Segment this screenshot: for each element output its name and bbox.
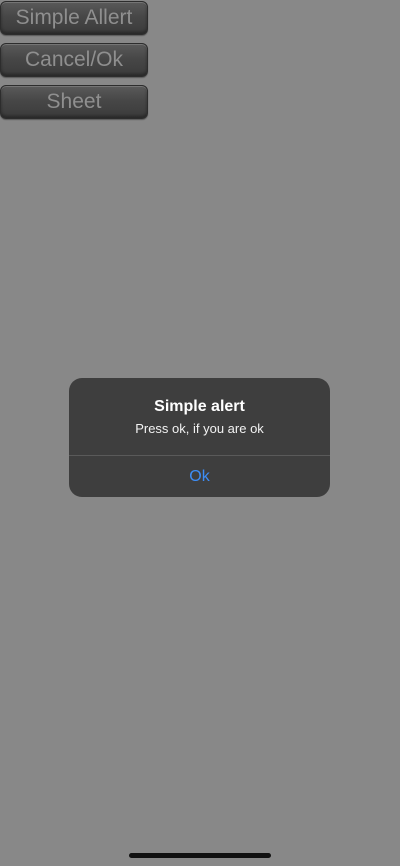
alert-dialog: Simple alert Press ok, if you are ok Ok <box>69 378 330 497</box>
sheet-button[interactable]: Sheet <box>0 85 148 119</box>
cancel-ok-button[interactable]: Cancel/Ok <box>0 43 148 77</box>
alert-message: Press ok, if you are ok <box>135 421 264 436</box>
alert-title: Simple alert <box>154 398 245 415</box>
alert-ok-button[interactable]: Ok <box>69 456 330 497</box>
home-indicator <box>129 853 271 858</box>
simple-alert-button[interactable]: Simple Allert <box>0 1 148 35</box>
